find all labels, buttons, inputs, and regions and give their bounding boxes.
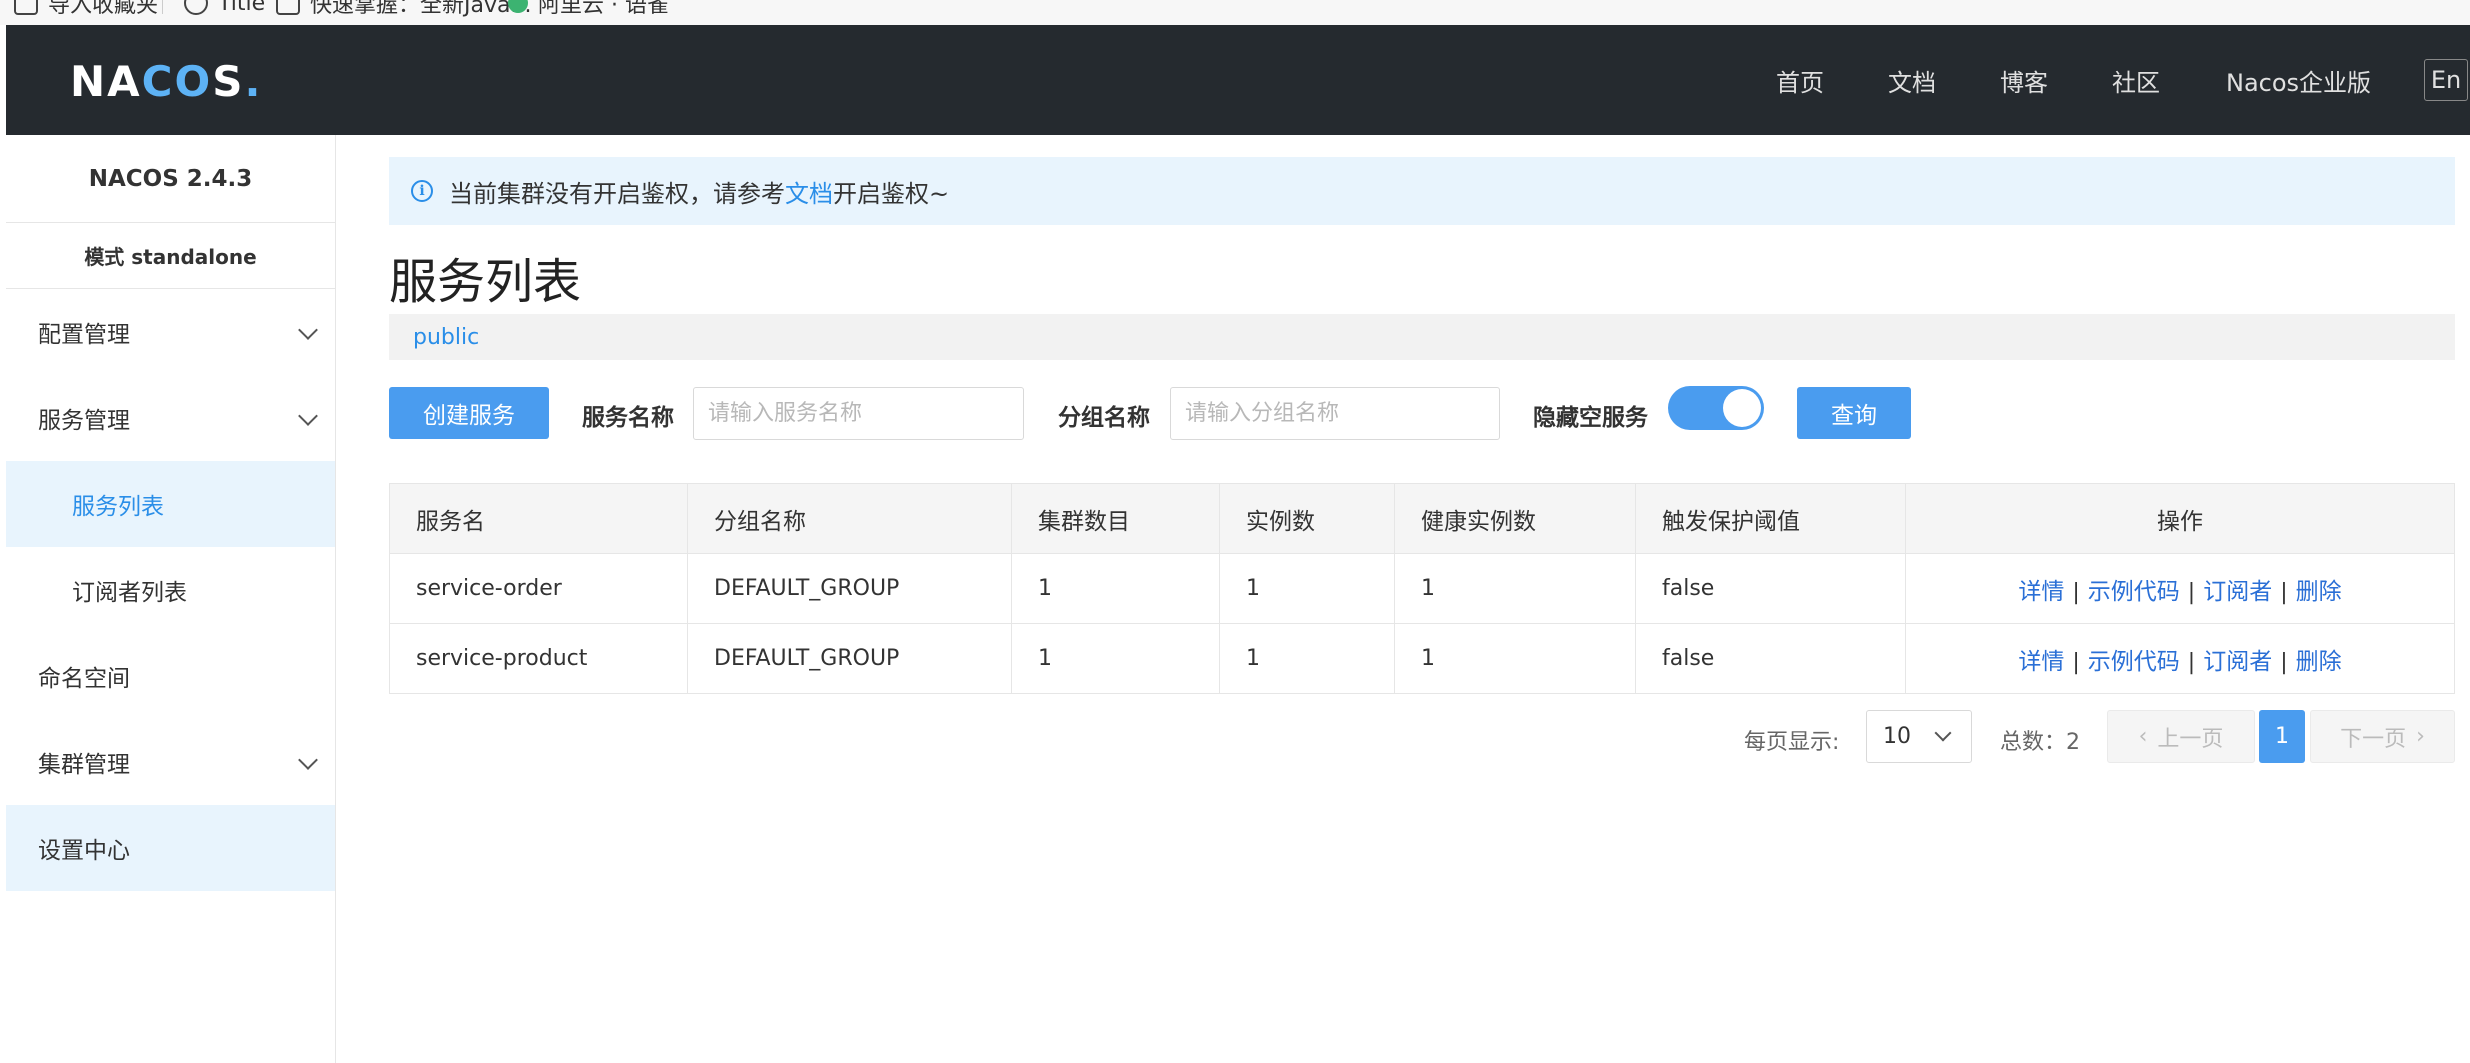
namespace-public[interactable]: public bbox=[413, 325, 479, 350]
detail-link[interactable]: 详情 bbox=[2018, 649, 2064, 675]
cell-instance-count: 1 bbox=[1219, 623, 1395, 694]
language-switch-button[interactable]: En bbox=[2424, 59, 2468, 101]
chevron-down-icon bbox=[298, 750, 318, 770]
chevron-down-icon bbox=[298, 406, 318, 426]
cell-operations: 详情 | 示例代码 | 订阅者 | 删除 bbox=[1905, 623, 2455, 694]
subscribers-link[interactable]: 订阅者 bbox=[2203, 579, 2272, 605]
cell-service-name: service-order bbox=[389, 553, 688, 624]
detail-link[interactable]: 详情 bbox=[2018, 579, 2064, 605]
cell-healthy-count: 1 bbox=[1394, 623, 1636, 694]
bookmark-separator bbox=[162, 0, 163, 14]
delete-link[interactable]: 删除 bbox=[2296, 579, 2342, 605]
sidebar-mode: 模式 standalone bbox=[6, 223, 335, 289]
nacos-logo[interactable]: NACOS. bbox=[70, 57, 262, 106]
create-service-button[interactable]: 创建服务 bbox=[389, 387, 549, 439]
namespace-bar: public bbox=[389, 314, 2455, 360]
cell-protect-threshold: false bbox=[1635, 623, 1906, 694]
info-icon: i bbox=[411, 180, 433, 202]
group-name-label: 分组名称 bbox=[1058, 405, 1150, 431]
bookmark-import[interactable]: 导入收藏夹 bbox=[14, 0, 158, 18]
cell-group-name: DEFAULT_GROUP bbox=[687, 623, 1012, 694]
sidebar-item-settings[interactable]: 设置中心 bbox=[6, 805, 335, 891]
cell-group-name: DEFAULT_GROUP bbox=[687, 553, 1012, 624]
page-title: 服务列表 bbox=[389, 254, 582, 310]
sample-code-link[interactable]: 示例代码 bbox=[2088, 579, 2180, 605]
col-cluster-count: 集群数目 bbox=[1011, 483, 1220, 554]
table-header-row: 服务名 分组名称 集群数目 实例数 健康实例数 触发保护阈值 操作 bbox=[389, 483, 2455, 554]
query-button[interactable]: 查询 bbox=[1797, 387, 1911, 439]
next-page-button[interactable]: 下一页 › bbox=[2310, 710, 2455, 763]
col-healthy-count: 健康实例数 bbox=[1394, 483, 1636, 554]
top-nav: NACOS. 首页 文档 博客 社区 Nacos企业版 En bbox=[6, 25, 2470, 135]
table-row: service-product DEFAULT_GROUP 1 1 1 fals… bbox=[389, 623, 2455, 694]
sidebar-item-subscriber-list[interactable]: 订阅者列表 bbox=[6, 547, 335, 633]
sidebar-item-service-management[interactable]: 服务管理 bbox=[6, 375, 335, 461]
sidebar-item-namespace[interactable]: 命名空间 bbox=[6, 633, 335, 719]
col-protect-threshold: 触发保护阈值 bbox=[1635, 483, 1906, 554]
toggle-knob bbox=[1723, 389, 1761, 427]
nav-home[interactable]: 首页 bbox=[1776, 63, 1824, 98]
sidebar-item-service-list[interactable]: 服务列表 bbox=[6, 461, 335, 547]
page-size-select[interactable]: 10 bbox=[1866, 710, 1972, 763]
chevron-down-icon bbox=[298, 320, 318, 340]
page-1-button[interactable]: 1 bbox=[2259, 710, 2305, 763]
cell-protect-threshold: false bbox=[1635, 553, 1906, 624]
chevron-right-icon: › bbox=[2416, 724, 2425, 749]
col-group-name: 分组名称 bbox=[687, 483, 1012, 554]
cell-instance-count: 1 bbox=[1219, 553, 1395, 624]
sidebar: NACOS 2.4.3 模式 standalone 配置管理 服务管理 服务列表… bbox=[6, 135, 336, 1063]
nav-community[interactable]: 社区 bbox=[2112, 63, 2160, 98]
sidebar-version: NACOS 2.4.3 bbox=[6, 135, 335, 223]
folder-icon bbox=[14, 0, 38, 15]
cell-operations: 详情 | 示例代码 | 订阅者 | 删除 bbox=[1905, 553, 2455, 624]
col-operations: 操作 bbox=[1905, 483, 2455, 554]
nav-docs[interactable]: 文档 bbox=[1888, 63, 1936, 98]
total-count: 总数：2 bbox=[2000, 730, 2080, 755]
page-size-label: 每页显示: bbox=[1744, 730, 1840, 755]
leaf-icon bbox=[508, 0, 528, 13]
col-service-name: 服务名 bbox=[389, 483, 688, 554]
cell-service-name: service-product bbox=[389, 623, 688, 694]
chevron-down-icon bbox=[1934, 724, 1952, 742]
bookmark-title[interactable]: Title bbox=[184, 0, 265, 18]
nav-blog[interactable]: 博客 bbox=[2000, 63, 2048, 98]
hide-empty-label: 隐藏空服务 bbox=[1533, 405, 1648, 431]
sample-code-link[interactable]: 示例代码 bbox=[2088, 649, 2180, 675]
sidebar-item-cluster[interactable]: 集群管理 bbox=[6, 719, 335, 805]
cell-cluster-count: 1 bbox=[1011, 623, 1220, 694]
cell-healthy-count: 1 bbox=[1394, 553, 1636, 624]
notice-docs-link[interactable]: 文档 bbox=[785, 174, 833, 209]
chevron-left-icon: ‹ bbox=[2138, 724, 2148, 749]
bookmark-icon bbox=[276, 0, 300, 15]
prev-page-button[interactable]: ‹ 上一页 bbox=[2107, 710, 2255, 763]
nav-enterprise[interactable]: Nacos企业版 bbox=[2226, 63, 2371, 98]
table-row: service-order DEFAULT_GROUP 1 1 1 false … bbox=[389, 553, 2455, 624]
cell-cluster-count: 1 bbox=[1011, 553, 1220, 624]
bookmark-yuque[interactable]: 阿里云 · 语雀 bbox=[508, 0, 669, 18]
auth-notice: i 当前集群没有开启鉴权，请参考 文档 开启鉴权~ bbox=[389, 157, 2455, 225]
globe-icon bbox=[184, 0, 208, 15]
sidebar-item-config[interactable]: 配置管理 bbox=[6, 289, 335, 375]
service-name-label: 服务名称 bbox=[582, 405, 674, 431]
delete-link[interactable]: 删除 bbox=[2296, 649, 2342, 675]
service-name-input[interactable] bbox=[693, 387, 1024, 440]
bookmarks-bar: 导入收藏夹 Title 快速掌握：全新Java... 阿里云 · 语雀 bbox=[0, 0, 2470, 25]
bookmark-java[interactable]: 快速掌握：全新Java... bbox=[276, 0, 531, 18]
group-name-input[interactable] bbox=[1170, 387, 1500, 440]
subscribers-link[interactable]: 订阅者 bbox=[2203, 649, 2272, 675]
hide-empty-toggle[interactable] bbox=[1668, 386, 1764, 430]
col-instance-count: 实例数 bbox=[1219, 483, 1395, 554]
service-table: 服务名 分组名称 集群数目 实例数 健康实例数 触发保护阈值 操作 servic… bbox=[389, 483, 2455, 694]
